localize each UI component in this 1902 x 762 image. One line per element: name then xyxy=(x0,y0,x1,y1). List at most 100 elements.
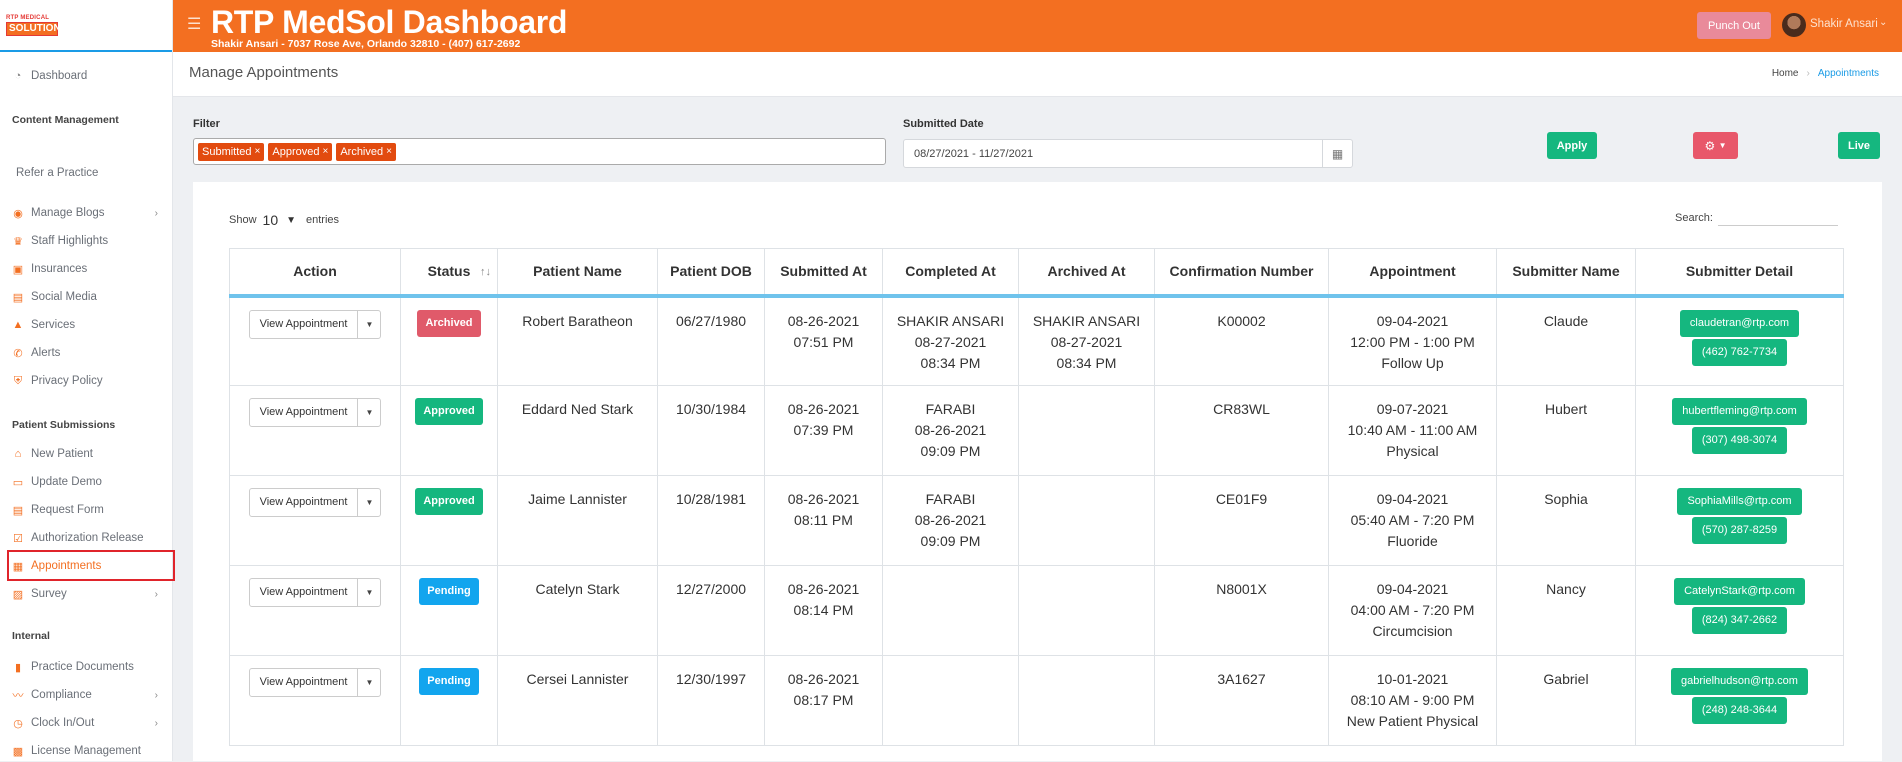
column-header[interactable]: Status ↑↓ xyxy=(400,248,498,298)
caret-down-icon[interactable]: ▼ xyxy=(358,669,380,696)
sidebar-item-label: Clock In/Out xyxy=(31,717,95,729)
sidebar-item-clock-in-out[interactable]: ◷ Clock In/Out › xyxy=(0,712,172,734)
submitter-phone-button[interactable]: (248) 248-3644 xyxy=(1691,697,1788,724)
column-header[interactable]: Submitted At xyxy=(764,248,883,298)
appointment: 10-01-2021 08:10 AM - 9:00 PM New Patient … xyxy=(1328,655,1497,746)
settings-dropdown-button[interactable]: ⚙ ▼ xyxy=(1693,132,1738,159)
sidebar-item-staff-highlights[interactable]: ♛ Staff Highlights xyxy=(0,230,172,252)
submitter-email-button[interactable]: gabrielhudson@rtp.com xyxy=(1671,668,1808,695)
page-title-bar: Manage Appointments Home › Appointments xyxy=(173,52,1902,97)
chevron-down-icon[interactable]: ⌄ xyxy=(1879,17,1887,28)
filter-tag[interactable]: Archived × xyxy=(336,142,396,161)
entries-control: Show 10 ▼ entries xyxy=(229,212,339,228)
chevron-right-icon: › xyxy=(154,588,158,600)
confirmation-number: 3A1627 xyxy=(1154,655,1329,746)
sidebar-item-label: Insurances xyxy=(31,263,88,275)
appointment-line: New Patient Physical xyxy=(1346,713,1479,729)
caret-down-icon[interactable]: ▼ xyxy=(358,311,380,338)
sidebar-item-refer[interactable]: Refer a Practice xyxy=(0,162,172,184)
caret-down-icon[interactable]: ▼ xyxy=(358,579,380,606)
submitter-phone-button[interactable]: (462) 762-7734 xyxy=(1691,338,1788,366)
filter-tag[interactable]: Approved × xyxy=(268,142,333,161)
sidebar-item-practice-documents[interactable]: ▮ Practice Documents xyxy=(0,656,172,678)
remove-tag-icon[interactable]: × xyxy=(386,146,392,157)
submitter-phone-button[interactable]: (307) 498-3074 xyxy=(1691,427,1788,454)
entries-select[interactable]: 10 ▼ xyxy=(263,212,296,228)
sidebar-item-label: Request Form xyxy=(31,504,104,516)
sidebar-item-social-media[interactable]: ▤ Social Media xyxy=(0,286,172,308)
view-appointment-button-group[interactable]: View Appointment ▼ xyxy=(248,398,382,427)
sidebar-item-authorization-release[interactable]: ☑ Authorization Release xyxy=(0,527,172,549)
view-appointment-button-group[interactable]: View Appointment ▼ xyxy=(248,578,382,607)
caret-down-icon[interactable]: ▼ xyxy=(358,399,380,426)
completed-at: FARABI 08-26-2021 09:09 PM xyxy=(882,385,1019,476)
menu-toggle-icon[interactable]: ☰ xyxy=(187,14,201,34)
column-header-label: Submitted At xyxy=(780,263,867,280)
view-appointment-button[interactable]: View Appointment xyxy=(250,310,359,338)
archived-at xyxy=(1018,385,1155,476)
sidebar-item-compliance[interactable]: 〰 Compliance › xyxy=(0,684,172,706)
sidebar-item-services[interactable]: ▲ Services xyxy=(0,314,172,336)
submitter-email-button[interactable]: hubertfleming@rtp.com xyxy=(1672,398,1807,425)
punch-out-button[interactable]: Punch Out xyxy=(1697,12,1771,39)
sidebar-item-insurances[interactable]: ▣ Insurances xyxy=(0,258,172,280)
appointment-line: Follow Up xyxy=(1381,354,1444,371)
filter-tag[interactable]: Submitted × xyxy=(198,142,265,161)
column-header[interactable]: Action xyxy=(229,248,401,298)
apply-button[interactable]: Apply xyxy=(1547,132,1597,159)
column-header[interactable]: Submitter Detail xyxy=(1635,248,1844,298)
submitter-phone-button[interactable]: (824) 347-2662 xyxy=(1691,607,1788,634)
view-appointment-button-group[interactable]: View Appointment ▼ xyxy=(248,488,382,517)
filter-select[interactable]: Submitted × Approved × Archived × xyxy=(193,138,886,165)
completed-at-line: 09:09 PM xyxy=(920,443,981,459)
confirmation-number: CE01F9 xyxy=(1154,475,1329,566)
sidebar-item-alerts[interactable]: ✆ Alerts xyxy=(0,342,172,364)
sidebar-item-privacy-policy[interactable]: ⛨ Privacy Policy xyxy=(0,370,172,392)
completed-at-line: 08-26-2021 xyxy=(914,422,987,438)
sidebar-item-update-demo[interactable]: ▭ Update Demo xyxy=(0,471,172,493)
remove-tag-icon[interactable]: × xyxy=(322,146,328,157)
avatar[interactable] xyxy=(1782,13,1806,37)
sidebar-item-dashboard[interactable]: ◔ Dashboard xyxy=(0,65,172,87)
breadcrumb-home[interactable]: Home xyxy=(1772,68,1799,79)
sort-icon[interactable]: ↑↓ xyxy=(480,266,491,278)
remove-tag-icon[interactable]: × xyxy=(255,146,261,157)
submitter-email-button[interactable]: CatelynStark@rtp.com xyxy=(1674,578,1805,605)
compliance-icon: 〰 xyxy=(12,690,24,702)
sidebar-item-license-management[interactable]: ▩ License Management xyxy=(0,740,172,762)
submitter-name: Nancy xyxy=(1496,565,1636,656)
document-icon: ▮ xyxy=(14,661,22,674)
sidebar-item-label: Survey xyxy=(31,588,67,600)
submitter-phone-button[interactable]: (570) 287-8259 xyxy=(1691,517,1788,544)
calendar-icon[interactable]: ▦ xyxy=(1322,140,1352,167)
view-appointment-button[interactable]: View Appointment xyxy=(250,579,359,606)
search-input[interactable] xyxy=(1718,210,1838,226)
view-appointment-button[interactable]: View Appointment xyxy=(250,399,359,426)
submitter-email-button[interactable]: claudetran@rtp.com xyxy=(1679,309,1800,337)
view-appointment-button[interactable]: View Appointment xyxy=(250,489,359,516)
sidebar-item-label: Authorization Release xyxy=(31,532,144,544)
caret-down-icon[interactable]: ▼ xyxy=(358,489,380,516)
column-header[interactable]: Submitter Name xyxy=(1496,248,1636,298)
column-header[interactable]: Appointment xyxy=(1328,248,1497,298)
column-header[interactable]: Completed At xyxy=(882,248,1019,298)
submitted-at: 08-26-2021 07:39 PM xyxy=(764,385,883,476)
sidebar-item-request-form[interactable]: ▤ Request Form xyxy=(0,499,172,521)
view-appointment-button-group[interactable]: View Appointment ▼ xyxy=(248,668,382,697)
sidebar-item-manage-blogs[interactable]: ◉ Manage Blogs › xyxy=(0,202,172,224)
column-header[interactable]: Archived At xyxy=(1018,248,1155,298)
submitter-email-button[interactable]: SophiaMills@rtp.com xyxy=(1677,488,1802,515)
logo[interactable]: RTP MEDICAL SOLUTION xyxy=(0,0,172,52)
chevron-right-icon: › xyxy=(154,207,158,219)
column-header[interactable]: Patient Name xyxy=(497,248,658,298)
column-header[interactable]: Patient DOB xyxy=(657,248,765,298)
column-header[interactable]: Confirmation Number xyxy=(1154,248,1329,298)
sidebar-item-survey[interactable]: ▨ Survey › xyxy=(0,583,172,605)
date-range-input[interactable]: 08/27/2021 - 11/27/2021 ▦ xyxy=(903,139,1353,168)
sidebar-item-new-patient[interactable]: ⌂ New Patient xyxy=(0,443,172,465)
user-name[interactable]: Shakir Ansari xyxy=(1810,18,1878,30)
filter-label: Filter xyxy=(193,118,220,130)
live-button[interactable]: Live xyxy=(1838,132,1880,159)
view-appointment-button[interactable]: View Appointment xyxy=(250,669,359,696)
view-appointment-button-group[interactable]: View Appointment ▼ xyxy=(248,309,382,339)
